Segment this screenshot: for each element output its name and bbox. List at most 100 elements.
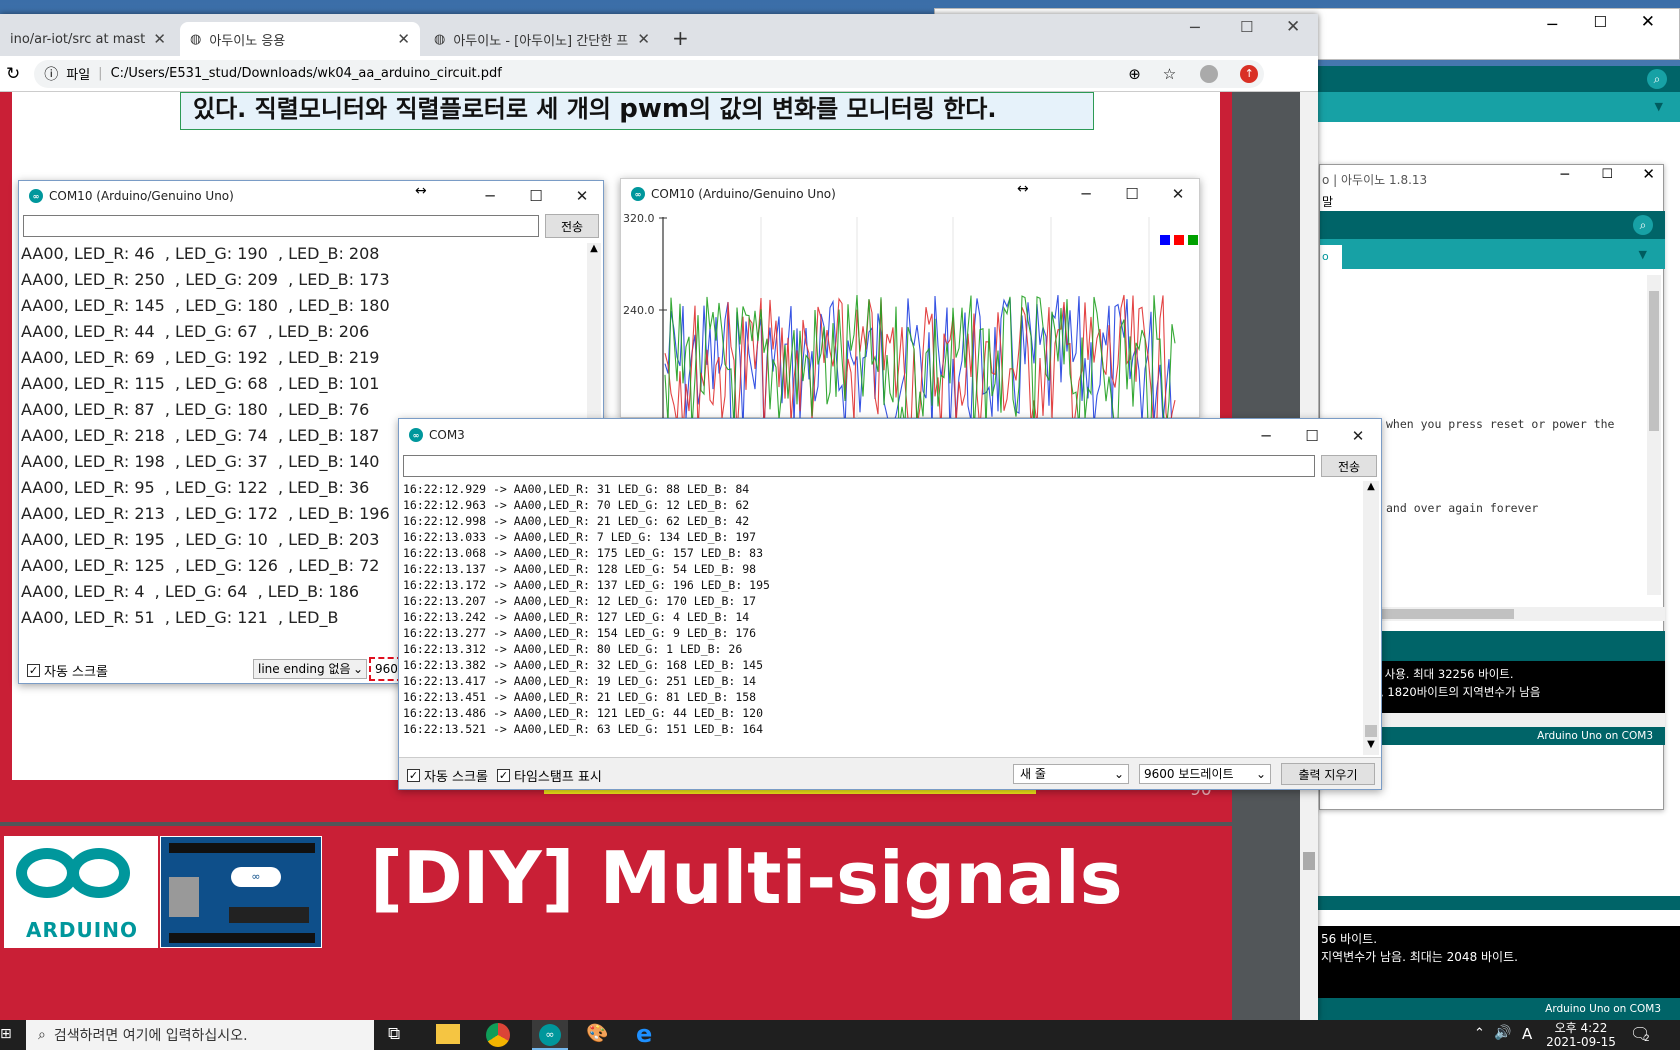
serial-line: AA00, LED_R: 44 , LED_G: 67 , LED_B: 206	[21, 322, 370, 341]
slide-text: 의 값의 변화를 모니터링 한다.	[689, 95, 997, 123]
ide-console: 56 바이트. 지역변수가 남음. 최대는 2048 바이트.	[1301, 926, 1680, 998]
send-button[interactable]: 전송	[545, 214, 599, 238]
maximize-icon[interactable]: ☐	[1240, 18, 1253, 36]
close-icon[interactable]: ✕	[1335, 421, 1381, 451]
arduino-taskbar-icon[interactable]: ∞	[532, 1020, 568, 1050]
vertical-scrollbar[interactable]	[1647, 275, 1661, 595]
omnibox[interactable]: ⓘ 파일 | C:/Users/E531_stud/Downloads/wk04…	[34, 59, 1265, 88]
legend-swatch	[1188, 235, 1198, 245]
ime-indicator[interactable]: A	[1522, 1025, 1532, 1043]
minimize-icon[interactable]: ─	[467, 181, 513, 211]
close-icon[interactable]: ✕	[1155, 179, 1201, 209]
baud-value: 960	[375, 662, 398, 676]
maximize-icon[interactable]: ☐	[1601, 167, 1613, 182]
close-icon[interactable]: ✕	[559, 181, 605, 211]
paint-icon[interactable]: 🎨	[586, 1023, 608, 1044]
info-icon[interactable]: ⓘ	[44, 64, 58, 84]
serial-line: AA00, LED_R: 115 , LED_G: 68 , LED_B: 10…	[21, 374, 380, 393]
clock[interactable]: 오후 4:22 2021-09-15	[1546, 1021, 1616, 1049]
timestamp-label: 타임스탬프 표시	[514, 770, 602, 785]
taskbar-search[interactable]: ⌕ 검색하려면 여기에 입력하십시오.	[26, 1020, 374, 1050]
baud-select[interactable]: 9600 보드레이트 ⌄	[1139, 764, 1271, 784]
serial-line: AA00, LED_R: 250 , LED_G: 209 , LED_B: 1…	[21, 270, 390, 289]
ide-menu[interactable]: 말	[1322, 193, 1333, 210]
arduino-board-image: ∞	[160, 836, 322, 948]
serial-line: 16:22:13.277 -> AA00,LED_R: 154 LED_G: 9…	[403, 626, 757, 640]
close-icon[interactable]: ✕	[637, 30, 650, 48]
autoscroll-checkbox[interactable]: ✓ 자동 스크롤	[407, 766, 488, 785]
line-ending-select[interactable]: line ending 없음 ⌄	[253, 659, 367, 679]
slide-banner: ARDUINO ∞ [DIY] Multi-signals	[0, 826, 1232, 1020]
new-tab-button[interactable]: +	[672, 26, 689, 50]
serial-output[interactable]: 16:22:12.929 -> AA00,LED_R: 31 LED_G: 88…	[403, 481, 1363, 753]
address-bar-row: ↻ ⓘ 파일 | C:/Users/E531_stud/Downloads/wk…	[0, 56, 1318, 92]
close-icon[interactable]: ✕	[1641, 12, 1655, 32]
tab-github[interactable]: ino/ar-iot/src at master · R ✕	[0, 22, 176, 56]
close-icon[interactable]: ✕	[1286, 17, 1300, 37]
maximize-icon[interactable]: ☐	[1109, 179, 1155, 209]
minimize-icon[interactable]: ─	[1561, 167, 1569, 183]
minimize-icon[interactable]: ─	[1190, 18, 1200, 37]
serial-line: 16:22:12.998 -> AA00,LED_R: 21 LED_G: 62…	[403, 514, 750, 528]
send-input[interactable]	[403, 455, 1315, 477]
clear-output-button[interactable]: 출력 지우기	[1281, 763, 1375, 785]
internet-explorer-icon[interactable]: e	[636, 1020, 652, 1048]
arduino-icon: ∞	[631, 187, 645, 201]
close-icon[interactable]: ✕	[153, 30, 166, 48]
sketch-tab[interactable]: o	[1320, 245, 1342, 269]
windows-start-icon[interactable]: ⊞	[0, 1026, 16, 1044]
serial-line: 16:22:13.068 -> AA00,LED_R: 175 LED_G: 1…	[403, 546, 764, 560]
slide-text-pwm: pwm	[619, 94, 689, 124]
globe-icon: ◍	[434, 31, 446, 47]
file-explorer-icon[interactable]	[436, 1024, 460, 1044]
chrome-icon[interactable]	[486, 1023, 510, 1047]
resize-icon: ↔	[415, 183, 427, 199]
zoom-icon[interactable]: ⊕	[1128, 65, 1141, 83]
globe-icon: ◍	[190, 31, 202, 47]
task-view-icon[interactable]: ⧉	[388, 1024, 400, 1044]
send-input[interactable]	[23, 215, 539, 237]
slide-text: 있다. 직렬모니터와 직렬플로터로 세 개의	[193, 95, 620, 123]
close-icon[interactable]: ✕	[1642, 165, 1655, 183]
serial-line: 16:22:13.172 -> AA00,LED_R: 137 LED_G: 1…	[403, 578, 770, 592]
clock-time: 오후 4:22	[1554, 1021, 1608, 1035]
send-button[interactable]: 전송	[1321, 455, 1377, 477]
serial-line: 16:22:13.451 -> AA00,LED_R: 21 LED_G: 81…	[403, 690, 757, 704]
minimize-icon[interactable]: ─	[1063, 179, 1109, 209]
line-ending-select[interactable]: 새 줄 ⌄	[1013, 764, 1129, 784]
minimize-icon[interactable]: ─	[1547, 15, 1557, 34]
profile-avatar[interactable]	[1200, 64, 1219, 83]
maximize-icon[interactable]: ☐	[513, 181, 559, 211]
tab-arduino-app[interactable]: ◍ 아두이노 응용 ✕	[180, 22, 420, 56]
search-icon: ⌕	[38, 1027, 46, 1043]
timestamp-checkbox[interactable]: ✓ 타임스탬프 표시	[497, 766, 602, 785]
volume-icon[interactable]: 🔊	[1494, 1025, 1511, 1041]
maximize-icon[interactable]: ☐	[1594, 13, 1607, 31]
tab-menu-icon[interactable]: ▼	[1655, 100, 1663, 113]
serial-lines: 16:22:12.929 -> AA00,LED_R: 31 LED_G: 88…	[403, 481, 1363, 737]
tab-menu-icon[interactable]: ▼	[1639, 248, 1647, 261]
tab-arduino-blog[interactable]: ◍ 아두이노 - [아두이노] 간단한 프 ✕	[424, 22, 660, 56]
serial-line: 16:22:13.417 -> AA00,LED_R: 19 LED_G: 25…	[403, 674, 757, 688]
bookmark-star-icon[interactable]: ☆	[1163, 65, 1176, 83]
close-icon[interactable]: ✕	[397, 30, 410, 48]
maximize-icon[interactable]: ☐	[1289, 421, 1335, 451]
arduino-logo: ARDUINO	[4, 836, 158, 948]
banner-title: [DIY] Multi-signals	[370, 836, 1123, 920]
minimize-icon[interactable]: ─	[1243, 421, 1289, 451]
logo-text: ARDUINO	[26, 918, 138, 942]
serial-line: 16:22:13.033 -> AA00,LED_R: 7 LED_G: 134…	[403, 530, 757, 544]
tray-chevron-icon[interactable]: ⌃	[1474, 1026, 1485, 1041]
serial-line: 16:22:13.312 -> AA00,LED_R: 80 LED_G: 1 …	[403, 642, 743, 656]
update-icon[interactable]: ↑	[1240, 64, 1259, 83]
plot-area: 320.0 240.0	[623, 212, 1198, 419]
serial-monitor-icon[interactable]: ⌕	[1647, 69, 1667, 89]
tab-label: ino/ar-iot/src at master · R	[10, 31, 146, 47]
reload-icon[interactable]: ↻	[6, 64, 20, 84]
resize-icon: ↔	[1017, 181, 1029, 197]
arduino-icon: ∞	[29, 189, 43, 203]
autoscroll-checkbox[interactable]: ✓ 자동 스크롤	[27, 661, 108, 680]
vertical-scrollbar[interactable]: ▲ ▼	[1363, 481, 1379, 755]
url-text[interactable]: C:/Users/E531_stud/Downloads/wk04_aa_ard…	[111, 66, 502, 81]
serial-monitor-icon[interactable]: ⌕	[1633, 215, 1653, 235]
